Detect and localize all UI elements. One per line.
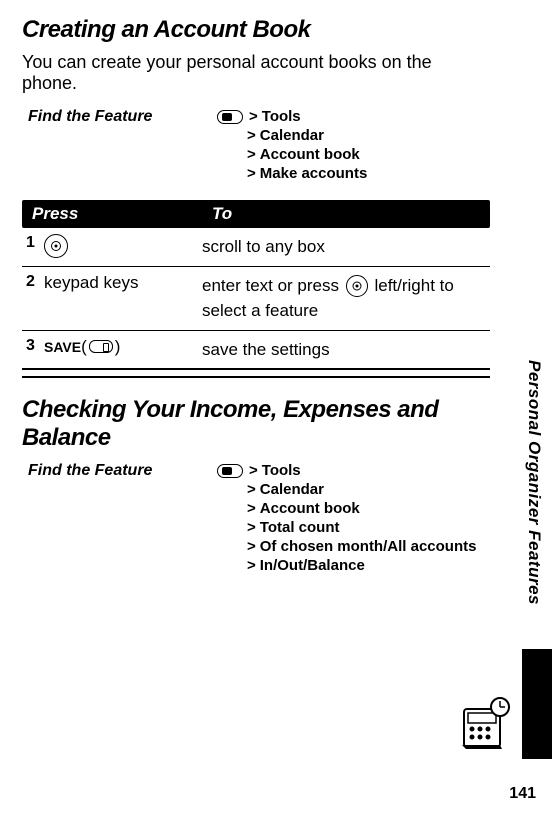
header-to: To [202, 200, 490, 228]
feature-path-row: > Tools [217, 108, 490, 125]
feature-path-row: > Account book [217, 146, 490, 163]
feature-path-row: > In/Out/Balance [217, 557, 490, 574]
softkey-icon [89, 340, 113, 353]
gt-symbol: > [249, 108, 258, 125]
open-paren: ( [81, 337, 87, 357]
table-row: 1 scroll to any box [22, 228, 490, 267]
menu-icon [217, 464, 243, 478]
feature-path-row: > Calendar [217, 127, 490, 144]
gt-symbol: > [247, 165, 256, 182]
feature-path-item: Account book [260, 500, 360, 517]
find-feature-block-1: Find the Feature > Tools > Calendar > Ac… [22, 108, 490, 184]
page-number: 141 [509, 785, 536, 803]
save-label: SAVE [44, 339, 81, 355]
feature-path-item: Of chosen month/All accounts [260, 538, 477, 555]
feature-path-item: Total count [260, 519, 340, 536]
header-press: Press [22, 200, 202, 228]
gt-symbol: > [247, 519, 256, 536]
feature-path-item: Calendar [260, 127, 324, 144]
section-heading-2: Checking Your Income, Expenses and Balan… [22, 396, 490, 452]
gt-symbol: > [249, 462, 258, 479]
gt-symbol: > [247, 127, 256, 144]
feature-path-item: Make accounts [260, 165, 368, 182]
feature-path-row: > Of chosen month/All accounts [217, 538, 490, 555]
gt-symbol: > [247, 146, 256, 163]
feature-path-row: > Account book [217, 500, 490, 517]
gt-symbol: > [247, 481, 256, 498]
row-to: enter text or press left/right to select… [202, 273, 490, 324]
row-to: scroll to any box [202, 234, 490, 260]
row-press: SAVE ( ) [44, 337, 202, 357]
row-press [44, 234, 202, 258]
section-heading-1: Creating an Account Book [22, 16, 490, 44]
feature-path-item: Calendar [260, 481, 324, 498]
gt-symbol: > [247, 500, 256, 517]
intro-text: You can create your personal account boo… [22, 52, 490, 94]
table-row: 2 keypad keys enter text or press left/r… [22, 267, 490, 331]
row-num: 3 [22, 337, 44, 355]
organizer-icon [456, 695, 512, 751]
navigation-icon [44, 234, 68, 258]
row-to: save the settings [202, 337, 490, 363]
feature-path-item: Tools [262, 462, 301, 479]
find-feature-label: Find the Feature [22, 108, 217, 184]
feature-path-2: > Tools > Calendar > Account book > Tota… [217, 462, 490, 576]
row-num: 2 [22, 273, 44, 291]
table-header: Press To [22, 200, 490, 228]
feature-path-row: > Total count [217, 519, 490, 536]
find-feature-block-2: Find the Feature > Tools > Calendar > Ac… [22, 462, 490, 576]
to-prefix: enter text or press [202, 276, 344, 295]
tab-marker [522, 649, 552, 759]
navigation-icon [346, 275, 368, 297]
section-divider [22, 376, 490, 378]
feature-path-item: Account book [260, 146, 360, 163]
feature-path-row: > Tools [217, 462, 490, 479]
menu-icon [217, 110, 243, 124]
gt-symbol: > [247, 538, 256, 555]
keypad-keys-label: keypad keys [44, 273, 139, 293]
feature-path-row: > Calendar [217, 481, 490, 498]
close-paren: ) [115, 337, 121, 357]
feature-path-row: > Make accounts [217, 165, 490, 182]
row-press: keypad keys [44, 273, 202, 293]
instruction-table: Press To 1 scroll to any box 2 keypad ke… [22, 200, 490, 370]
gt-symbol: > [247, 557, 256, 574]
row-num: 1 [22, 234, 44, 252]
feature-path-item: In/Out/Balance [260, 557, 365, 574]
find-feature-label: Find the Feature [22, 462, 217, 576]
table-row: 3 SAVE ( ) save the settings [22, 331, 490, 371]
page-content: Creating an Account Book You can create … [0, 0, 512, 608]
chapter-label: Personal Organizer Features [524, 360, 544, 605]
feature-path-1: > Tools > Calendar > Account book > Make… [217, 108, 490, 184]
feature-path-item: Tools [262, 108, 301, 125]
